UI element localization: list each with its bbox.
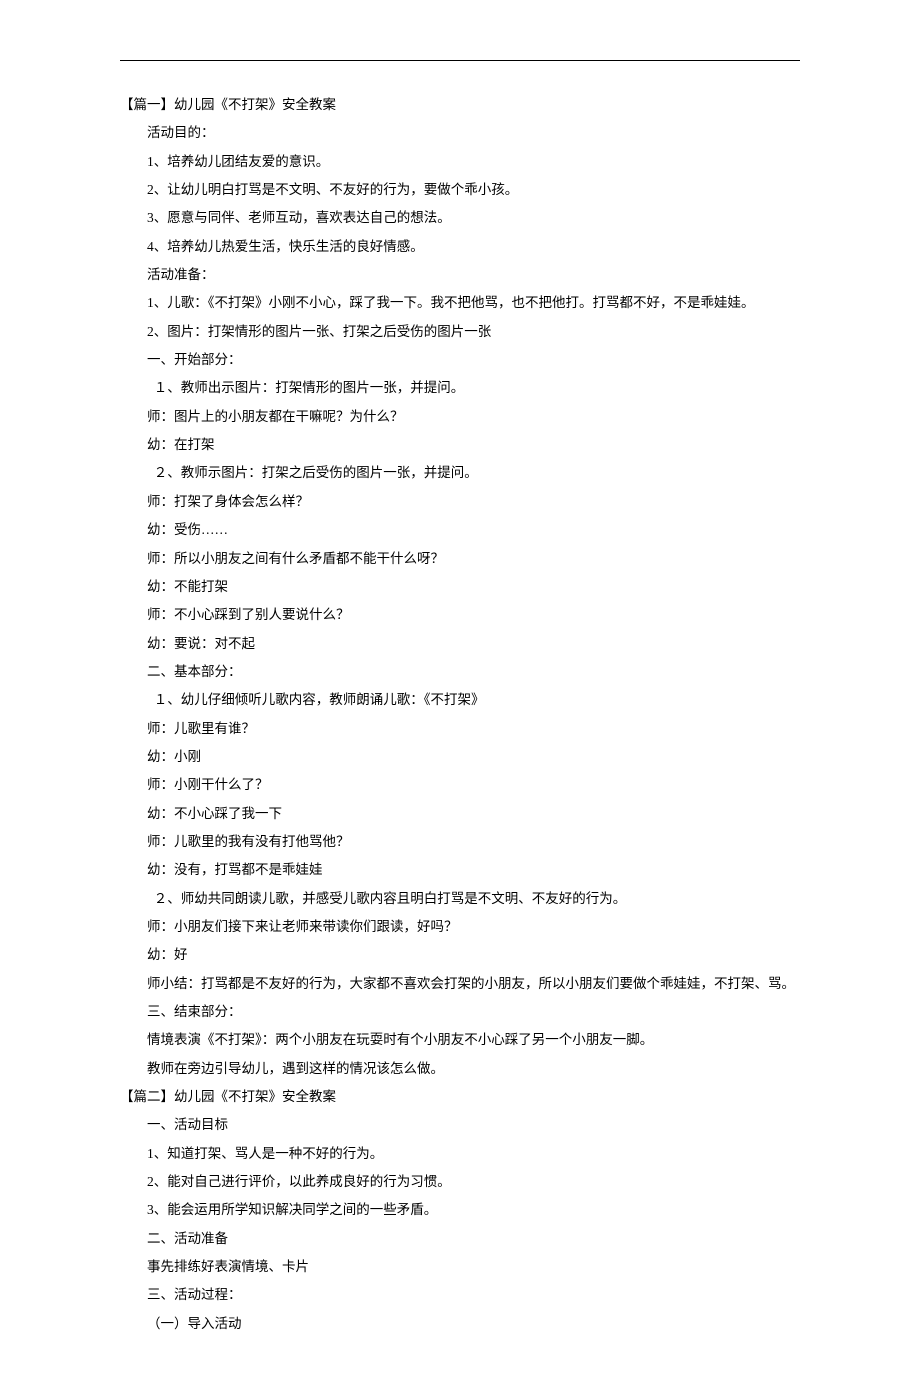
body-line: ２、教师示图片：打架之后受伤的图片一张，并提问。 — [120, 459, 800, 487]
body-line: 2、能对自己进行评价，以此养成良好的行为习惯。 — [120, 1168, 800, 1196]
body-line: 活动目的： — [120, 119, 800, 147]
body-line: 3、能会运用所学知识解决同学之间的一些矛盾。 — [120, 1196, 800, 1224]
body-line: 师：小朋友们接下来让老师来带读你们跟读，好吗？ — [120, 913, 800, 941]
body-line: 1、培养幼儿团结友爱的意识。 — [120, 148, 800, 176]
section1-title: 【篇一】幼儿园《不打架》安全教案 — [120, 91, 800, 119]
body-line: 师：打架了身体会怎么样？ — [120, 488, 800, 516]
body-line: １、教师出示图片：打架情形的图片一张，并提问。 — [120, 374, 800, 402]
body-line: 3、愿意与同伴、老师互动，喜欢表达自己的想法。 — [120, 204, 800, 232]
body-line: 幼：没有，打骂都不是乖娃娃 — [120, 856, 800, 884]
body-line: 二、基本部分： — [120, 658, 800, 686]
body-line: 1、知道打架、骂人是一种不好的行为。 — [120, 1140, 800, 1168]
body-line: 一、活动目标 — [120, 1111, 800, 1139]
section2-title: 【篇二】幼儿园《不打架》安全教案 — [120, 1083, 800, 1111]
body-line: ２、师幼共同朗读儿歌，并感受儿歌内容且明白打骂是不文明、不友好的行为。 — [120, 885, 800, 913]
body-line: （一）导入活动 — [120, 1310, 800, 1338]
body-line: １、幼儿仔细倾听儿歌内容，教师朗诵儿歌：《不打架》 — [120, 686, 800, 714]
body-line: 幼：小刚 — [120, 743, 800, 771]
body-line: 师：所以小朋友之间有什么矛盾都不能干什么呀？ — [120, 545, 800, 573]
body-line: 教师在旁边引导幼儿，遇到这样的情况该怎么做。 — [120, 1055, 800, 1083]
body-line: 事先排练好表演情境、卡片 — [120, 1253, 800, 1281]
body-line: 三、结束部分： — [120, 998, 800, 1026]
document-page: 【篇一】幼儿园《不打架》安全教案 活动目的： 1、培养幼儿团结友爱的意识。 2、… — [0, 0, 920, 1398]
body-line: 师：儿歌里的我有没有打他骂他？ — [120, 828, 800, 856]
body-line: 1、儿歌：《不打架》小刚不小心，踩了我一下。我不把他骂，也不把他打。打骂都不好，… — [120, 289, 800, 317]
body-line: 情境表演《不打架》：两个小朋友在玩耍时有个小朋友不小心踩了另一个小朋友一脚。 — [120, 1026, 800, 1054]
top-rule — [120, 60, 800, 61]
body-line: 幼：要说：对不起 — [120, 630, 800, 658]
body-line: 活动准备： — [120, 261, 800, 289]
body-line: 幼：受伤…… — [120, 516, 800, 544]
body-line: 师：图片上的小朋友都在干嘛呢？为什么？ — [120, 403, 800, 431]
body-line: 2、让幼儿明白打骂是不文明、不友好的行为，要做个乖小孩。 — [120, 176, 800, 204]
body-line: 师小结：打骂都是不友好的行为，大家都不喜欢会打架的小朋友，所以小朋友们要做个乖娃… — [120, 970, 800, 998]
body-line: 幼：在打架 — [120, 431, 800, 459]
body-line: 2、图片：打架情形的图片一张、打架之后受伤的图片一张 — [120, 318, 800, 346]
body-line: 幼：不能打架 — [120, 573, 800, 601]
body-line: 一、开始部分： — [120, 346, 800, 374]
body-line: 幼：好 — [120, 941, 800, 969]
body-line: 师：不小心踩到了别人要说什么？ — [120, 601, 800, 629]
body-line: 二、活动准备 — [120, 1225, 800, 1253]
body-line: 三、活动过程： — [120, 1281, 800, 1309]
body-line: 4、培养幼儿热爱生活，快乐生活的良好情感。 — [120, 233, 800, 261]
body-line: 幼：不小心踩了我一下 — [120, 800, 800, 828]
body-line: 师：小刚干什么了？ — [120, 771, 800, 799]
body-line: 师：儿歌里有谁？ — [120, 715, 800, 743]
